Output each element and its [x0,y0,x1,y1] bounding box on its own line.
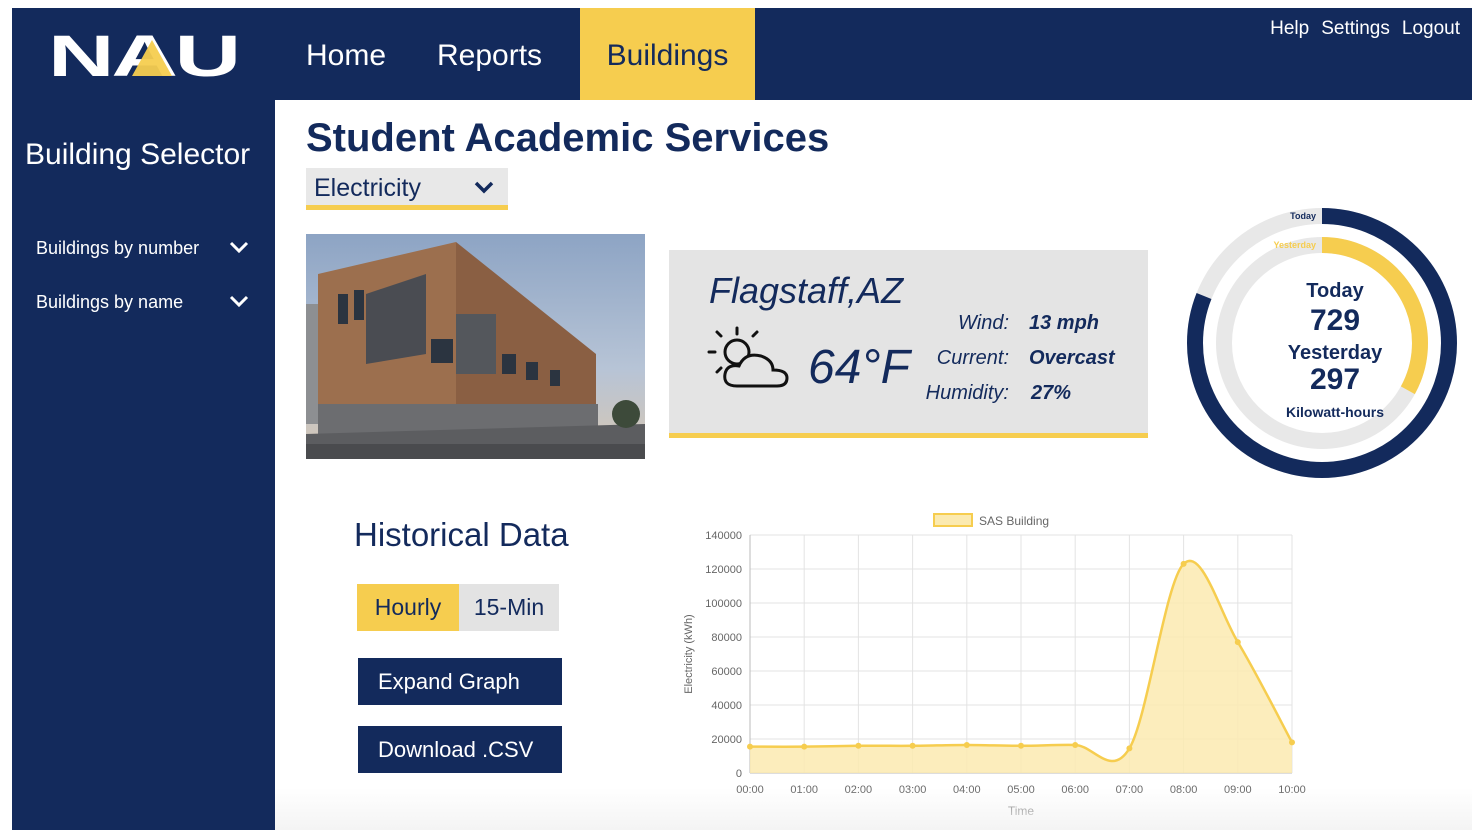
gauge-legend-yesterday: Yesterday [1273,240,1316,250]
y-tick-label: 80000 [711,632,742,644]
data-point [1180,560,1187,567]
y-tick-label: 20000 [711,734,742,746]
partly-cloudy-icon [707,326,789,388]
app-window: NAU Home Reports Buildings Help Settings L… [12,8,1472,830]
nav-home[interactable]: Home [306,8,386,100]
building-selector-sidebar: Building Selector Buildings by number Bu… [12,100,275,830]
yesterday-value: 297 [1309,363,1361,396]
top-navbar: NAU Home Reports Buildings Help Settings L… [12,8,1472,100]
legend-label: SAS Building [979,514,1049,528]
data-point [1018,742,1024,749]
y-tick-label: 100000 [705,598,742,610]
data-point [909,742,916,749]
download-csv-button[interactable]: Download .CSV [358,726,562,773]
today-label: Today [1306,280,1364,302]
humidity-label: Humidity: [925,382,1009,404]
buildings-by-name-dropdown[interactable]: Buildings by name [36,292,249,313]
nav-buildings[interactable]: Buildings [580,8,755,100]
metric-select-value: Electricity [314,174,421,202]
usage-unit: Kilowatt-hours [1286,404,1384,420]
weather-temperature: 64°F [808,341,910,394]
nau-logo[interactable]: NAU [48,30,238,80]
chevron-down-icon [229,241,249,254]
data-point [1126,745,1133,752]
bottom-shadow [275,788,1472,830]
sidebar-item-label: Buildings by name [36,292,184,312]
metric-select[interactable]: Electricity [306,168,508,210]
yesterday-label: Yesterday [1287,342,1383,364]
data-point [1289,739,1295,746]
data-point [855,742,862,749]
weather-city: Flagstaff,AZ [709,270,904,311]
data-point [1234,639,1241,646]
wind-value: 13 mph [1029,312,1100,334]
usage-gauge: Today Yesterday Today 729 Yesterday 297 … [1177,200,1472,490]
y-tick-label: 40000 [711,700,742,712]
y-tick-label: 60000 [711,666,742,678]
data-point [963,741,970,748]
weather-card: Flagstaff,AZ 64°F Wind: 13 mph Current: … [669,250,1148,438]
building-photo [306,234,645,459]
y-tick-label: 0 [736,768,742,780]
data-point [801,743,808,750]
current-label: Current: [936,347,1009,369]
sidebar-item-label: Buildings by number [36,238,200,258]
buildings-by-number-dropdown[interactable]: Buildings by number [36,238,249,259]
sidebar-title: Building Selector [25,138,251,171]
data-point [747,743,753,750]
today-value: 729 [1309,304,1361,337]
data-point [1072,741,1079,748]
historical-data-title: Historical Data [354,516,569,553]
gauge-legend-today: Today [1290,211,1316,221]
legend-swatch [933,513,973,527]
hourly-toggle[interactable]: Hourly [357,584,459,631]
fifteen-min-toggle[interactable]: 15-Min [459,584,559,631]
logout-link[interactable]: Logout [1402,18,1460,39]
y-tick-label: 120000 [705,564,742,576]
wind-label: Wind: [958,312,1009,334]
y-axis-title: Electricity (kWh) [683,614,695,693]
electricity-chart: 0200004000060000800001000001200001400000… [683,513,1306,818]
humidity-value: 27% [1031,382,1072,404]
settings-link[interactable]: Settings [1321,18,1390,39]
utility-links: Help Settings Logout [1258,18,1460,40]
chevron-down-icon [229,295,249,308]
nav-reports[interactable]: Reports [437,8,542,100]
help-link[interactable]: Help [1270,18,1309,39]
current-value: Overcast [1029,347,1115,369]
page-title: Student Academic Services [306,116,830,160]
y-tick-label: 140000 [705,530,742,542]
expand-graph-button[interactable]: Expand Graph [358,658,562,705]
chevron-down-icon [474,181,494,194]
